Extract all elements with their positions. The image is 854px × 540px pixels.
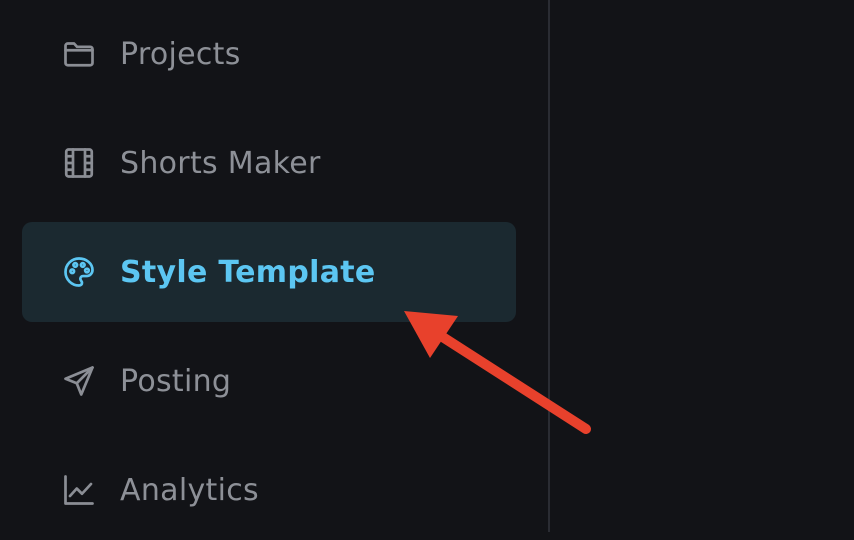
palette-icon — [60, 253, 98, 291]
sidebar: Projects Shorts Maker Style Template Pos… — [0, 0, 548, 532]
sidebar-item-projects[interactable]: Projects — [22, 4, 516, 104]
chart-line-icon — [60, 471, 98, 509]
sidebar-item-label: Style Template — [120, 254, 376, 290]
sidebar-item-label: Posting — [120, 363, 232, 399]
sidebar-item-posting[interactable]: Posting — [22, 331, 516, 431]
sidebar-item-analytics[interactable]: Analytics — [22, 440, 516, 540]
sidebar-item-shorts-maker[interactable]: Shorts Maker — [22, 113, 516, 213]
send-icon — [60, 362, 98, 400]
sidebar-item-label: Analytics — [120, 472, 259, 508]
sidebar-item-style-template[interactable]: Style Template — [22, 222, 516, 322]
folder-icon — [60, 35, 98, 73]
main-content — [550, 0, 854, 532]
film-icon — [60, 144, 98, 182]
sidebar-item-label: Projects — [120, 36, 241, 72]
sidebar-item-label: Shorts Maker — [120, 145, 321, 181]
